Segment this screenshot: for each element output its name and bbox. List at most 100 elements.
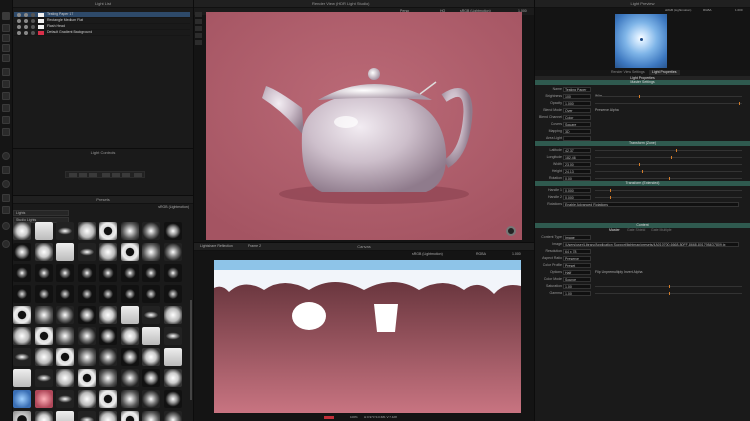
property-value[interactable]: 24.13	[563, 169, 591, 174]
preset-thumbnail[interactable]	[34, 285, 53, 303]
property-slider[interactable]	[595, 189, 742, 192]
add-light-icon[interactable]	[2, 24, 10, 32]
tab-light-properties[interactable]: Light Properties	[649, 70, 680, 75]
slider-knob[interactable]	[668, 292, 670, 295]
content-tab-gate-multiple[interactable]: Gate Multiple	[651, 228, 672, 233]
preset-thumbnail[interactable]	[142, 243, 160, 261]
preset-thumbnail[interactable]	[56, 285, 74, 303]
slider-knob[interactable]	[668, 177, 670, 180]
property-slider[interactable]	[595, 292, 742, 295]
preset-thumbnail[interactable]	[99, 369, 117, 387]
slider-knob[interactable]	[639, 95, 641, 98]
preset-thumbnail[interactable]	[120, 369, 139, 387]
property-extra[interactable]: Preserve Alpha	[595, 108, 619, 113]
property-value[interactable]: 0.000	[563, 188, 591, 193]
preset-thumbnail[interactable]	[13, 243, 31, 261]
preview-channel[interactable]: RGBA	[703, 8, 712, 13]
slider-knob[interactable]	[642, 170, 644, 173]
preset-thumbnail[interactable]	[120, 411, 139, 421]
preset-thumbnail[interactable]	[56, 390, 74, 408]
solo-toggle-icon[interactable]	[24, 13, 28, 17]
preset-thumbnail[interactable]	[77, 264, 96, 282]
preset-thumbnail[interactable]	[120, 390, 139, 408]
preset-thumbnail[interactable]	[77, 411, 96, 421]
property-slider[interactable]	[595, 177, 742, 180]
preset-thumbnail[interactable]	[142, 348, 160, 366]
preset-thumbnail[interactable]	[34, 348, 53, 366]
preset-thumbnail[interactable]	[34, 369, 53, 387]
property-value[interactable]: Over	[563, 108, 591, 113]
property-value[interactable]: 100	[563, 94, 591, 99]
preset-thumbnail[interactable]	[142, 306, 160, 324]
preset-thumbnail[interactable]	[99, 348, 117, 366]
preset-thumbnail[interactable]	[77, 390, 96, 408]
tab-render-view-settings[interactable]: Render View Settings	[611, 70, 645, 75]
preset-thumbnail[interactable]	[13, 411, 31, 421]
settings-icon[interactable]	[2, 240, 10, 248]
preset-thumbnail[interactable]	[163, 348, 182, 366]
property-slider[interactable]	[595, 149, 742, 152]
preset-thumbnail[interactable]	[163, 390, 182, 408]
preset-thumbnail[interactable]	[99, 327, 117, 345]
preset-thumbnail[interactable]	[56, 243, 74, 261]
preset-thumbnail[interactable]	[13, 390, 31, 408]
section-master-settings[interactable]: Master Settings	[535, 80, 750, 85]
preset-thumbnail[interactable]	[56, 411, 74, 421]
preset-thumbnail[interactable]	[163, 285, 182, 303]
preset-thumbnail[interactable]	[120, 264, 139, 282]
property-value[interactable]: Image	[563, 235, 591, 240]
property-value[interactable]: Color	[563, 115, 591, 120]
preset-thumbnail[interactable]	[163, 306, 182, 324]
preset-thumbnail[interactable]	[13, 285, 31, 303]
preset-thumbnail[interactable]	[142, 264, 160, 282]
content-tab-master[interactable]: Master	[609, 228, 620, 233]
zoom-out-icon[interactable]	[195, 26, 202, 31]
property-value[interactable]: 1.00	[563, 291, 591, 296]
content-tab-gate-shield[interactable]: Gate Shield	[627, 228, 645, 233]
softbox-icon[interactable]	[2, 104, 10, 112]
visibility-toggle-icon[interactable]	[17, 19, 21, 23]
property-value[interactable]: 0.000	[563, 195, 591, 200]
preset-thumbnail[interactable]	[56, 348, 74, 366]
preset-thumbnail[interactable]	[163, 369, 182, 387]
rect-light-icon[interactable]	[2, 80, 10, 88]
preset-thumbnail[interactable]	[77, 222, 96, 240]
lock-icon[interactable]	[102, 173, 110, 177]
preset-thumbnail[interactable]	[99, 411, 117, 421]
preset-thumbnail[interactable]	[142, 369, 160, 387]
property-value[interactable]: Square	[563, 122, 591, 127]
property-value[interactable]: /Users/user/Library/Application Support/…	[563, 242, 739, 247]
group-icon[interactable]	[2, 54, 10, 62]
property-value[interactable]: 64 x 78	[563, 249, 591, 254]
canvas-colorspace[interactable]: sRGB (Lightmotion)	[412, 252, 443, 257]
preset-thumbnail[interactable]	[13, 369, 31, 387]
preset-thumbnail[interactable]	[56, 264, 74, 282]
preset-thumbnail[interactable]	[120, 348, 139, 366]
preset-thumbnail[interactable]	[56, 369, 74, 387]
preset-thumbnail[interactable]	[34, 243, 53, 261]
property-value[interactable]: Enable Advanced Rotations	[563, 202, 739, 207]
property-slider[interactable]	[595, 156, 742, 159]
ring-icon[interactable]	[2, 222, 10, 230]
property-extra[interactable]: Flip Unpremultiply Invert Alpha	[595, 270, 642, 275]
preset-thumbnail[interactable]	[13, 264, 31, 282]
lock-toggle-icon[interactable]	[31, 25, 35, 29]
preset-thumbnail[interactable]	[13, 327, 31, 345]
canvas-image[interactable]	[214, 260, 521, 413]
visibility-toggle-icon[interactable]	[17, 31, 21, 35]
preset-colorspace[interactable]: sRGB (Lightmotion)	[158, 205, 189, 210]
preset-thumbnail[interactable]	[13, 306, 31, 324]
preset-thumbnail[interactable]	[77, 243, 96, 261]
preset-thumbnail[interactable]	[142, 411, 160, 421]
property-value[interactable]: Testing Paper 17	[563, 87, 591, 92]
section-transform[interactable]: Transform (Zone)	[535, 141, 750, 146]
preset-thumbnail[interactable]	[34, 306, 53, 324]
property-value[interactable]: Preserve	[563, 256, 591, 261]
canvas-zoom[interactable]: 1.000	[512, 252, 521, 257]
preset-thumbnail[interactable]	[77, 348, 96, 366]
preset-thumbnail[interactable]	[120, 285, 139, 303]
preset-thumbnail[interactable]	[163, 327, 182, 345]
property-value[interactable]: 1.00	[563, 284, 591, 289]
fit-icon[interactable]	[195, 33, 202, 38]
preset-thumbnail[interactable]	[99, 306, 117, 324]
